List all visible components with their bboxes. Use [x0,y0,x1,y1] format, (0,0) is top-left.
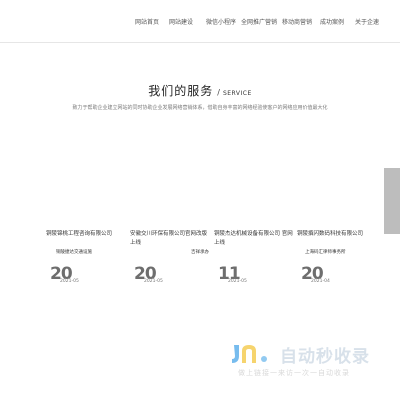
case-date: 2021-05 [60,279,79,284]
case-card[interactable]: 铜陵杰达机械设备有限公司 官网上线 吉祥承办 11 2021-05 [191,230,294,290]
case-title[interactable]: 安徽交川环保有限公司官网改版上线 [130,230,210,248]
case-title[interactable]: 铜陵杰达机械设备有限公司 官网上线 [214,230,294,248]
nav-item-mini-program[interactable]: 微信小程序 [206,17,236,26]
nav-item-home[interactable]: 网站首页 [135,17,159,26]
watermark-logo-icon [232,345,267,363]
case-subtitle: 上海码汇律师事务所 [305,250,346,255]
case-date: 2021-05 [144,279,163,284]
service-heading: 我们的服务 / SERVICE [0,80,400,99]
service-description: 致力于帮助企业建立网站的同时协助企业发展网络营销体系，借助自身丰富的网络经验使客… [72,105,328,111]
case-card[interactable]: 铜陵撰闪数码科技有限公司 上海码汇律师事务所 20 2021-04 [297,230,377,290]
case-subtitle: 铜陵捷达交通设施 [56,250,92,255]
nav-item-about[interactable]: 关于企速 [355,17,379,26]
case-title[interactable]: 铜陵撰闪数码科技有限公司 [297,230,377,239]
service-title-en: SERVICE [222,90,252,97]
watermark-slogan: 做上链接一来访一次一自动收录 [238,369,350,377]
top-navigation-bar: 网站首页 网站建设 微信小程序 全网推广营销 移动商营销 成功案例 关于企速 [0,0,400,43]
nav-item-marketing[interactable]: 全网推广营销 [241,17,277,26]
watermark: 自动秒收录 做上链接一来访一次一自动收录 [230,340,390,390]
nav-item-cases[interactable]: 成功案例 [320,17,344,26]
watermark-title: 自动秒收录 [280,347,370,367]
case-date: 2021-05 [228,279,247,284]
case-title[interactable]: 铜陵锦桃工程咨询有限公司 [46,230,126,239]
side-floating-tab[interactable] [384,168,400,234]
case-card[interactable]: 铜陵锦桃工程咨询有限公司 铜陵捷达交通设施 20 2021-05 [46,230,126,290]
service-title-separator: / [217,88,220,97]
case-card[interactable]: 安徽交川环保有限公司官网改版上线 20 2021-05 [130,230,210,290]
nav-item-mobile-marketing[interactable]: 移动商营销 [282,17,312,26]
nav-item-website-building[interactable]: 网站建设 [169,17,193,26]
case-date: 2021-04 [311,279,330,284]
case-subtitle: 吉祥承办 [191,250,209,255]
service-title-zh: 我们的服务 [148,84,214,98]
